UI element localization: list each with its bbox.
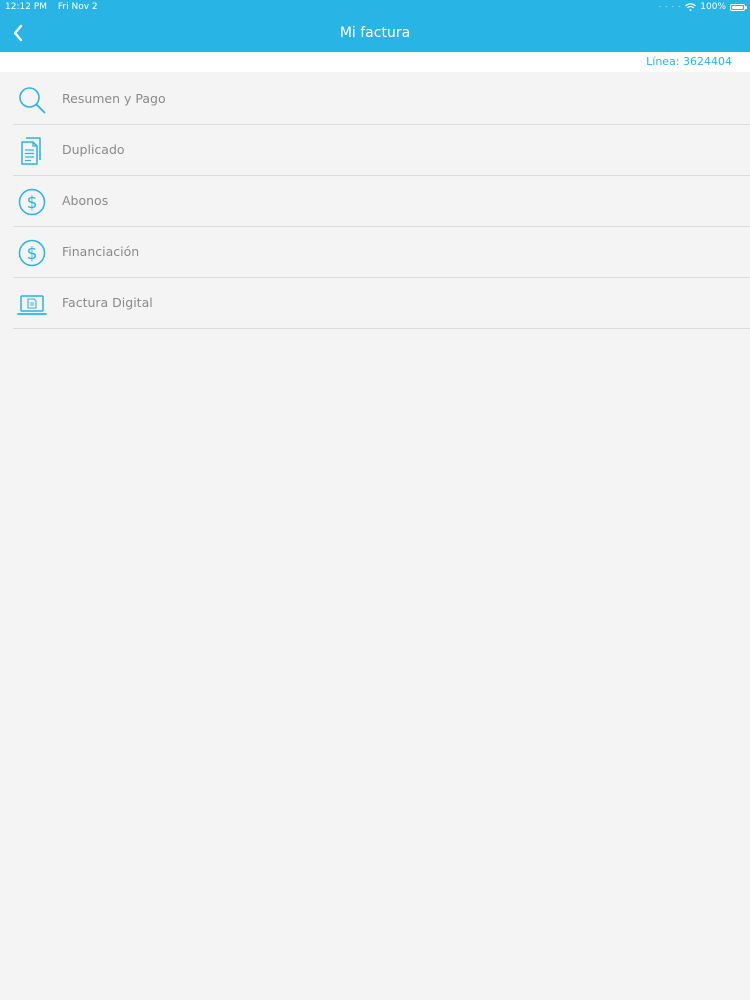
menu-item-abonos[interactable]: $ Abonos (13, 176, 750, 227)
laptop-document-icon (17, 295, 47, 315)
menu-item-factura-digital[interactable]: Factura Digital (13, 278, 750, 329)
status-date: Fri Nov 2 (57, 2, 98, 12)
nav-bar: Mi factura (0, 14, 750, 52)
menu-item-label: Factura Digital (62, 295, 153, 310)
dollar-circle-icon: $ (18, 188, 46, 216)
menu-item-label: Resumen y Pago (62, 91, 166, 106)
page-title: Mi factura (339, 25, 411, 41)
signal-dots: · · · · (658, 3, 682, 11)
svg-text:$: $ (27, 193, 38, 213)
menu-item-resumen-pago[interactable]: Resumen y Pago (13, 74, 750, 125)
menu-item-label: Duplicado (62, 142, 125, 157)
invoice-menu: Resumen y Pago Duplicado $ Abonos $ Fina… (0, 74, 750, 329)
status-time: 12:12 PM (5, 2, 47, 12)
line-number: Línea: 3624404 (646, 55, 732, 68)
menu-item-label: Financiación (62, 244, 140, 259)
document-copy-icon (21, 137, 41, 165)
svg-text:$: $ (27, 244, 38, 264)
menu-item-financiacion[interactable]: $ Financiación (13, 227, 750, 278)
menu-item-label: Abonos (62, 193, 109, 208)
wifi-icon (685, 3, 697, 11)
search-icon (19, 87, 46, 114)
status-bar: 12:12 PM Fri Nov 2 · · · · 100% (0, 0, 750, 14)
battery-percent: 100% (700, 2, 726, 12)
menu-item-duplicado[interactable]: Duplicado (13, 125, 750, 176)
dollar-circle-icon: $ (18, 239, 46, 267)
battery-icon (730, 3, 747, 11)
line-info-bar: Línea: 3624404 (0, 52, 750, 72)
